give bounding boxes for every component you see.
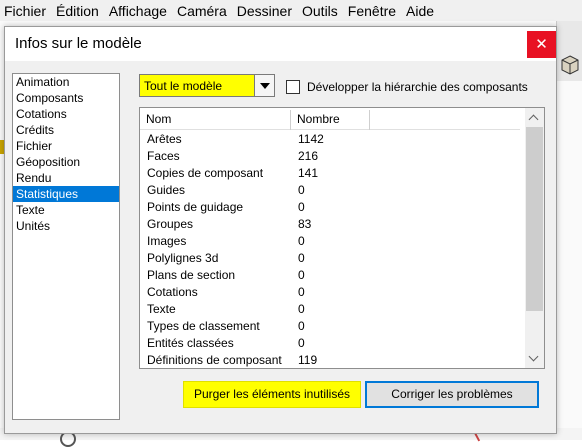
menu-edition[interactable]: Édition [51, 3, 104, 19]
dialog-titlebar[interactable]: Infos sur le modèle ✕ [5, 27, 556, 61]
cell-name: Définitions de composant [147, 353, 282, 367]
table-row[interactable]: Cotations 0 [140, 284, 520, 301]
scroll-up-icon[interactable] [525, 108, 544, 127]
cell-count: 0 [298, 336, 305, 350]
scope-dropdown[interactable]: Tout le modèle [139, 74, 275, 97]
cell-count: 0 [298, 285, 305, 299]
table-row[interactable]: Faces 216 [140, 148, 520, 165]
table-row[interactable]: Images 0 [140, 233, 520, 250]
cell-name: Cotations [147, 285, 198, 299]
cell-name: Entités classées [147, 336, 234, 350]
cell-name: Polylignes 3d [147, 251, 219, 265]
cell-name: Guides [147, 183, 186, 197]
cell-count: 0 [298, 200, 305, 214]
table-row[interactable]: Copies de composant 141 [140, 165, 520, 182]
menu-camera[interactable]: Caméra [172, 3, 232, 19]
close-button[interactable]: ✕ [527, 31, 556, 58]
menu-dessiner[interactable]: Dessiner [232, 3, 297, 19]
category-item[interactable]: Composants [13, 90, 119, 106]
fix-problems-button[interactable]: Corriger les problèmes [365, 381, 539, 408]
menu-aide[interactable]: Aide [401, 3, 439, 19]
cell-count: 119 [298, 353, 318, 367]
column-header-count[interactable]: Nombre [291, 110, 370, 130]
statistics-table: Nom Nombre Arêtes 1142 Faces 216 Copies de c… [139, 107, 545, 369]
category-item[interactable]: Géoposition [13, 154, 119, 170]
table-header: Nom Nombre [140, 110, 520, 130]
cell-count: 0 [298, 251, 305, 265]
table-row[interactable]: Guides 0 [140, 182, 520, 199]
scroll-thumb[interactable] [526, 127, 543, 311]
cell-count: 1142 [298, 132, 324, 146]
cell-count: 216 [298, 149, 319, 163]
menu-affichage[interactable]: Affichage [104, 3, 172, 19]
table-row[interactable]: Entités classées 0 [140, 335, 520, 352]
category-item[interactable]: Texte [13, 202, 119, 218]
expand-hierarchy-checkbox[interactable] [286, 80, 300, 94]
table-row[interactable]: Définitions de composant 119 [140, 352, 520, 368]
cell-count: 0 [298, 319, 305, 333]
expand-hierarchy-label[interactable]: Développer la hiérarchie des composants [307, 80, 528, 94]
menu-fichier[interactable]: Fichier [0, 3, 51, 19]
table-rows: Arêtes 1142 Faces 216 Copies de composant 141… [140, 131, 520, 368]
cell-name: Points de guidage [147, 200, 244, 214]
table-row[interactable]: Polylignes 3d 0 [140, 250, 520, 267]
cell-count: 0 [298, 183, 305, 197]
cell-name: Types de classement [147, 319, 260, 333]
cell-name: Plans de section [147, 268, 236, 282]
category-list[interactable]: Animation Composants Cotations Crédits Fichi… [12, 73, 120, 420]
category-item[interactable]: Cotations [13, 106, 119, 122]
category-item[interactable]: Rendu [13, 170, 119, 186]
dialog-title: Infos sur le modèle [15, 35, 142, 52]
category-item[interactable]: Statistiques [13, 186, 119, 202]
menu-fenetre[interactable]: Fenêtre [343, 3, 401, 19]
column-header-name[interactable]: Nom [140, 110, 291, 130]
table-row[interactable]: Points de guidage 0 [140, 199, 520, 216]
cell-name: Images [147, 234, 187, 248]
cell-count: 83 [298, 217, 312, 231]
vertical-scrollbar[interactable] [525, 108, 544, 368]
cell-count: 0 [298, 302, 305, 316]
cell-name: Arêtes [147, 132, 182, 146]
cell-count: 141 [298, 166, 319, 180]
category-item[interactable]: Unités [13, 218, 119, 234]
purge-unused-button[interactable]: Purger les éléments inutilisés [183, 381, 361, 408]
category-item[interactable]: Animation [13, 74, 119, 90]
cell-name: Groupes [147, 217, 194, 231]
cell-count: 0 [298, 268, 305, 282]
cube-icon[interactable] [561, 54, 579, 76]
cell-name: Texte [147, 302, 176, 316]
table-row[interactable]: Arêtes 1142 [140, 131, 520, 148]
scroll-down-icon[interactable] [525, 349, 544, 368]
close-icon: ✕ [535, 36, 548, 53]
menu-outils[interactable]: Outils [297, 3, 343, 19]
app-menubar: Fichier Édition Affichage Caméra Dessine… [0, 0, 582, 21]
scope-value: Tout le modèle [144, 79, 223, 93]
category-item[interactable]: Crédits [13, 122, 119, 138]
table-row[interactable]: Groupes 83 [140, 216, 520, 233]
table-row[interactable]: Types de classement 0 [140, 318, 520, 335]
cell-name: Faces [147, 149, 180, 163]
table-row[interactable]: Texte 0 [140, 301, 520, 318]
cell-name: Copies de composant [147, 166, 264, 180]
cell-count: 0 [298, 234, 305, 248]
app-toolbar-strip [556, 21, 582, 81]
category-item[interactable]: Fichier [13, 138, 119, 154]
model-info-dialog: Infos sur le modèle ✕ Animation Composant… [4, 26, 557, 434]
chevron-down-icon[interactable] [254, 75, 274, 96]
table-row[interactable]: Plans de section 0 [140, 267, 520, 284]
